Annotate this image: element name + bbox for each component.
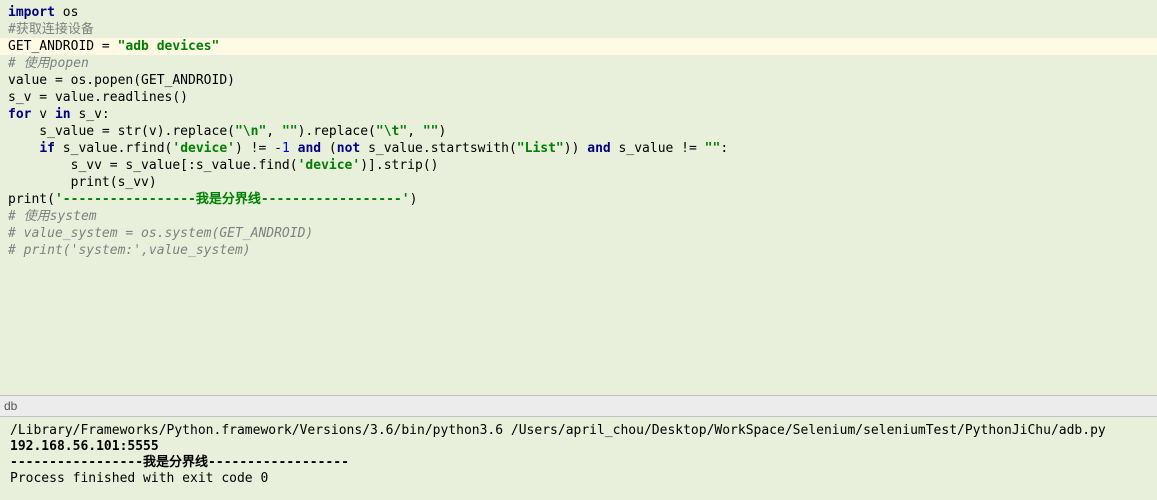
keyword-and: and	[587, 141, 610, 156]
code-editor[interactable]: import os #获取连接设备 GET_ANDROID = "adb dev…	[0, 0, 1157, 395]
comment-text: # 使用popen	[8, 56, 89, 71]
code-line: print(s_vv)	[8, 174, 1149, 191]
code-line: s_value = str(v).replace("\n", "").repla…	[8, 123, 1149, 140]
code-line: print('-----------------我是分界线-----------…	[8, 191, 1149, 208]
code-line-comment: # 使用popen	[8, 55, 1149, 72]
console-output: 192.168.56.101:5555	[10, 439, 1147, 455]
keyword-for: for	[8, 107, 31, 122]
code-line: s_vv = s_value[:s_value.find('device')].…	[8, 157, 1149, 174]
assignment: GET_ANDROID =	[8, 39, 118, 54]
code-line-comment: # print('system:',value_system)	[8, 242, 1149, 259]
code-line: import os	[8, 4, 1149, 21]
console-command: /Library/Frameworks/Python.framework/Ver…	[10, 423, 1147, 439]
comment-text: # print('system:',value_system)	[8, 243, 251, 258]
keyword-not: not	[337, 141, 360, 156]
code-line: s_v = value.readlines()	[8, 89, 1149, 106]
run-tab-label[interactable]: db	[4, 399, 17, 413]
module-name: os	[55, 5, 78, 20]
code-line: if s_value.rfind('device') != -1 and (no…	[8, 140, 1149, 157]
keyword-import: import	[8, 5, 55, 20]
comment-text: # value_system = os.system(GET_ANDROID)	[8, 226, 313, 241]
code-line-highlighted: GET_ANDROID = "adb devices"	[0, 38, 1157, 55]
code-line: for v in s_v:	[8, 106, 1149, 123]
code-line-comment: #获取连接设备	[8, 21, 1149, 38]
run-tab-bar: db	[0, 395, 1157, 417]
keyword-and: and	[298, 141, 321, 156]
console-output: -----------------我是分界线------------------	[10, 455, 1147, 471]
string-literal: "adb devices"	[118, 39, 220, 54]
console-exit-status: Process finished with exit code 0	[10, 471, 1147, 487]
comment-text: # 使用system	[8, 209, 97, 224]
code-line-comment: # 使用system	[8, 208, 1149, 225]
keyword-if: if	[39, 141, 55, 156]
keyword-in: in	[55, 107, 71, 122]
code-line: value = os.popen(GET_ANDROID)	[8, 72, 1149, 89]
run-console[interactable]: /Library/Frameworks/Python.framework/Ver…	[0, 417, 1157, 500]
code-line-comment: # value_system = os.system(GET_ANDROID)	[8, 225, 1149, 242]
comment-text: #获取连接设备	[8, 22, 94, 37]
